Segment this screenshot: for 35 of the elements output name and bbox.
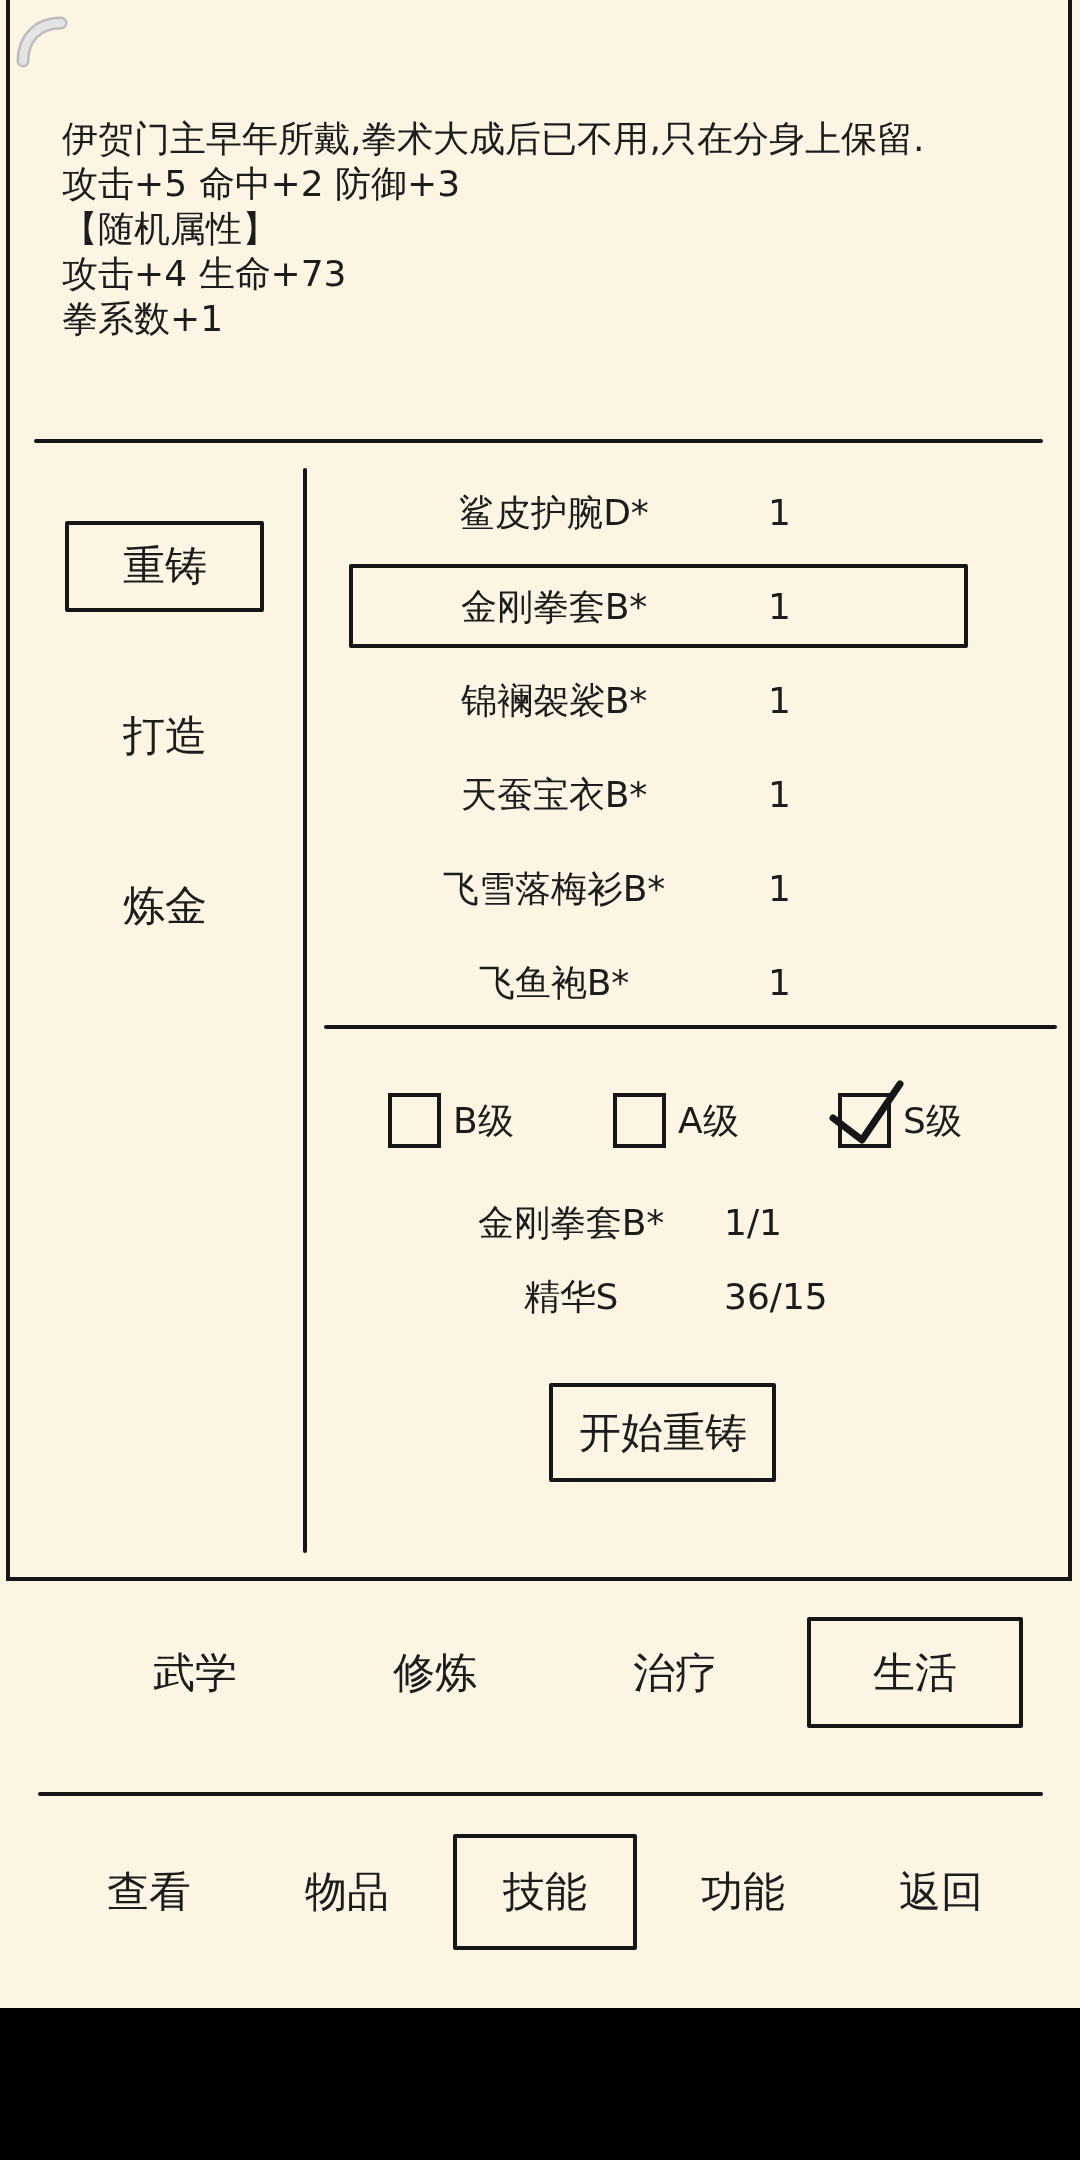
description-line: 攻击+4 生命+73 <box>62 252 347 296</box>
item-row[interactable]: 锦襕袈裟B* 1 <box>349 658 968 742</box>
category-tab[interactable]: 治疗 <box>633 1648 717 1697</box>
item-row[interactable]: 鲨皮护腕D* 1 <box>349 470 968 554</box>
checkbox[interactable] <box>613 1093 666 1148</box>
description-line: 攻击+5 命中+2 防御+3 <box>62 162 461 206</box>
description-line: 拳系数+1 <box>62 297 224 341</box>
arc-icon <box>15 15 69 69</box>
item-row[interactable]: 飞鱼袍B* 1 <box>349 940 968 1024</box>
description-line: 伊贺门主早年所戴,拳术大成后已不用,只在分身上保留. <box>62 117 925 161</box>
nav-tab[interactable]: 技能 <box>453 1834 637 1950</box>
nav-tab[interactable]: 查看 <box>107 1868 191 1916</box>
menu-tab[interactable]: 打造 <box>122 712 207 760</box>
nav-tab[interactable]: 功能 <box>701 1868 785 1916</box>
category-tab[interactable]: 武学 <box>153 1648 237 1697</box>
checkbox[interactable] <box>388 1093 441 1148</box>
start-button[interactable]: 开始重铸 <box>549 1383 776 1482</box>
checkbox-label: S级 <box>903 1099 962 1143</box>
item-row[interactable]: 飞雪落梅衫B* 1 <box>349 846 968 930</box>
nav-tab[interactable]: 返回 <box>899 1868 983 1916</box>
menu-tab[interactable]: 重铸 <box>65 520 264 612</box>
checkbox-label: A级 <box>678 1099 739 1143</box>
material-name: 精华S <box>523 1275 619 1319</box>
checkbox[interactable] <box>827 1078 904 1148</box>
material-name: 金刚拳套B* <box>477 1201 665 1245</box>
item-row[interactable]: 天蚕宝衣B* 1 <box>349 752 968 836</box>
checkbox-label: B级 <box>453 1099 514 1143</box>
description-line: 【随机属性】 <box>62 207 278 251</box>
material-amount: 1/1 <box>724 1201 782 1245</box>
material-amount: 36/15 <box>724 1275 828 1319</box>
nav-tab[interactable]: 物品 <box>305 1868 389 1916</box>
item-row[interactable]: 金刚拳套B* 1 <box>349 564 968 648</box>
menu-tab[interactable]: 炼金 <box>122 882 207 930</box>
category-tab[interactable]: 生活 <box>807 1617 1023 1728</box>
category-tab[interactable]: 修炼 <box>393 1648 477 1697</box>
